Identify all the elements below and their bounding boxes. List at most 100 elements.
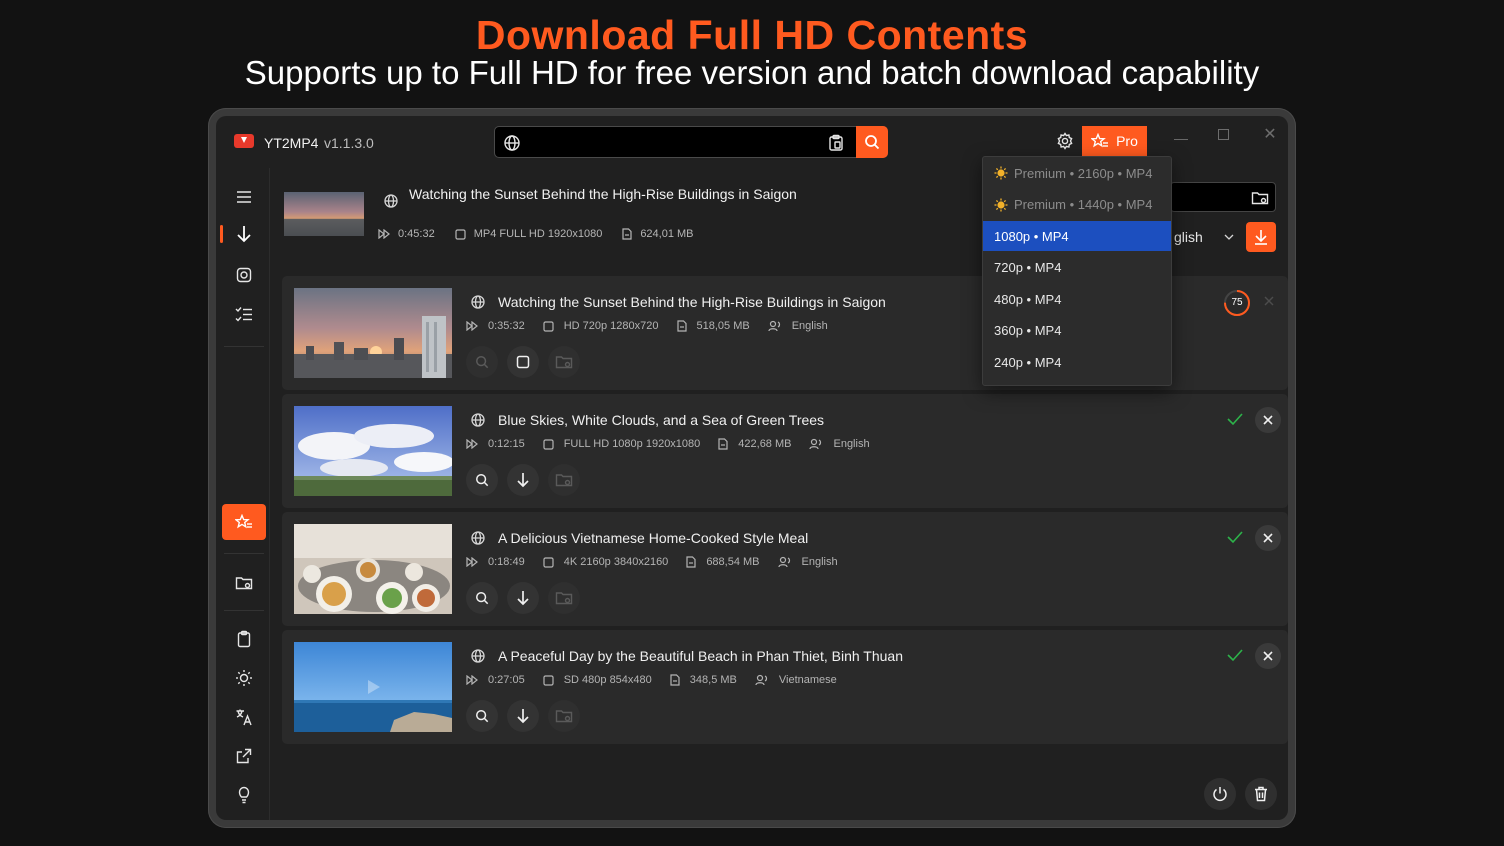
menu-button[interactable]	[228, 182, 260, 212]
search-button[interactable]	[856, 126, 888, 158]
file-size-icon	[622, 228, 632, 240]
quality-option[interactable]: 720p • MP4	[983, 253, 1171, 283]
video-duration: 0:27:05	[488, 674, 525, 686]
search-button[interactable]	[466, 464, 498, 496]
remove-button[interactable]	[1255, 643, 1281, 669]
top-download-button[interactable]	[1246, 222, 1276, 252]
quality-option[interactable]: 1080p • MP4	[983, 221, 1171, 251]
folder-settings-icon	[235, 577, 253, 590]
file-size-icon	[718, 438, 728, 450]
duration-icon	[466, 321, 478, 331]
duration-icon	[466, 557, 478, 567]
sidebar-item-clipboard[interactable]	[228, 624, 260, 654]
video-language: Vietnamese	[778, 674, 837, 686]
open-folder-button[interactable]	[548, 582, 580, 614]
language-icon	[236, 709, 252, 726]
close-icon[interactable]	[1262, 294, 1276, 308]
download-button[interactable]	[507, 464, 539, 496]
search-button[interactable]	[466, 700, 498, 732]
paste-icon[interactable]	[827, 134, 845, 152]
url-bar	[494, 126, 888, 158]
sidebar-item-output-folder[interactable]	[228, 568, 260, 598]
download-icon	[517, 709, 529, 724]
open-folder-button[interactable]	[548, 700, 580, 732]
folder-settings-icon[interactable]	[1251, 189, 1269, 207]
globe-icon	[504, 135, 520, 151]
top-item-title: Watching the Sunset Behind the High-Rise…	[409, 186, 797, 202]
video-size: 688,54 MB	[706, 556, 760, 568]
app-logo-icon	[234, 134, 254, 148]
globe-icon	[471, 531, 485, 545]
theme-icon	[236, 670, 252, 686]
chevron-down-icon[interactable]	[1224, 234, 1234, 240]
remove-button[interactable]	[1255, 525, 1281, 551]
video-thumbnail	[294, 288, 452, 378]
download-icon	[237, 226, 251, 243]
download-row: A Delicious Vietnamese Home-Cooked Style…	[282, 512, 1288, 626]
remove-button[interactable]	[1255, 407, 1281, 433]
open-folder-button[interactable]	[548, 346, 580, 378]
app-window: YT2MP4 v1.1.3.0 Pro — ✕ Watching the Sun…	[216, 116, 1288, 820]
check-icon	[1227, 413, 1243, 426]
sidebar-item-theme[interactable]	[228, 663, 260, 693]
promo-subline: Supports up to Full HD for free version …	[244, 54, 1260, 91]
sidebar-item-record[interactable]	[228, 260, 260, 290]
sidebar-item-tasks[interactable]	[228, 299, 260, 329]
search-button[interactable]	[466, 346, 498, 378]
quality-option-label: Premium • 1440p • MP4	[1014, 197, 1153, 212]
search-icon	[865, 135, 880, 150]
download-row: A Peaceful Day by the Beautiful Beach in…	[282, 630, 1288, 744]
quality-option[interactable]: 480p • MP4	[983, 284, 1171, 314]
minimize-button[interactable]: —	[1174, 130, 1188, 146]
clear-all-button[interactable]	[1245, 778, 1277, 810]
stop-button[interactable]	[507, 346, 539, 378]
download-button[interactable]	[507, 700, 539, 732]
close-icon	[1263, 651, 1273, 661]
active-indicator	[220, 225, 223, 243]
quality-option[interactable]: 360p • MP4	[983, 316, 1171, 346]
url-input[interactable]	[529, 132, 819, 154]
maximize-button[interactable]	[1218, 129, 1229, 140]
sidebar-pro-button[interactable]	[222, 504, 266, 540]
sidebar-item-share[interactable]	[228, 741, 260, 771]
duration-icon	[466, 439, 478, 449]
close-window-button[interactable]: ✕	[1260, 124, 1280, 144]
gear-icon[interactable]	[1056, 132, 1074, 150]
search-icon	[476, 356, 489, 369]
pro-button[interactable]: Pro	[1082, 126, 1147, 156]
video-size: 348,5 MB	[689, 674, 737, 686]
sidebar-divider	[224, 610, 264, 611]
quality-option[interactable]: Premium • 1440p • MP4	[983, 190, 1171, 220]
top-item-size: 624,01 MB	[640, 228, 694, 240]
video-title: A Delicious Vietnamese Home-Cooked Style…	[498, 530, 809, 546]
pro-star-icon	[235, 514, 252, 529]
globe-icon	[384, 194, 398, 208]
stop-icon	[516, 355, 530, 369]
globe-icon	[471, 649, 485, 663]
video-title: Blue Skies, White Clouds, and a Sea of G…	[498, 412, 825, 428]
top-item-meta: 0:45:32 MP4 FULL HD 1920x1080 624,01 MB	[378, 228, 694, 240]
quality-option-label: 240p • MP4	[994, 354, 1062, 370]
format-icon	[543, 320, 554, 332]
quality-option[interactable]: Premium • 2160p • MP4	[983, 158, 1171, 188]
sidebar-item-downloads[interactable]	[228, 219, 260, 249]
download-button[interactable]	[507, 582, 539, 614]
checklist-icon	[235, 307, 252, 322]
quality-option[interactable]: 240p • MP4	[983, 347, 1171, 377]
globe-icon	[471, 413, 485, 427]
video-thumbnail	[294, 406, 452, 496]
output-folder-field[interactable]	[1170, 182, 1276, 212]
pro-label: Pro	[1116, 133, 1138, 149]
trash-icon	[1255, 786, 1267, 802]
quality-option-label: 480p • MP4	[994, 291, 1062, 307]
sidebar-item-tips[interactable]	[228, 780, 260, 810]
video-meta: 0:35:32 HD 720p 1280x720 518,05 MB Engli…	[466, 320, 846, 332]
shutdown-button[interactable]	[1204, 778, 1236, 810]
sidebar-item-language[interactable]	[228, 702, 260, 732]
language-person-icon	[777, 556, 790, 568]
search-button[interactable]	[466, 582, 498, 614]
file-size-icon	[676, 320, 687, 332]
open-folder-button[interactable]	[548, 464, 580, 496]
device-frame: YT2MP4 v1.1.3.0 Pro — ✕ Watching the Sun…	[208, 108, 1296, 828]
sidebar	[216, 168, 270, 820]
